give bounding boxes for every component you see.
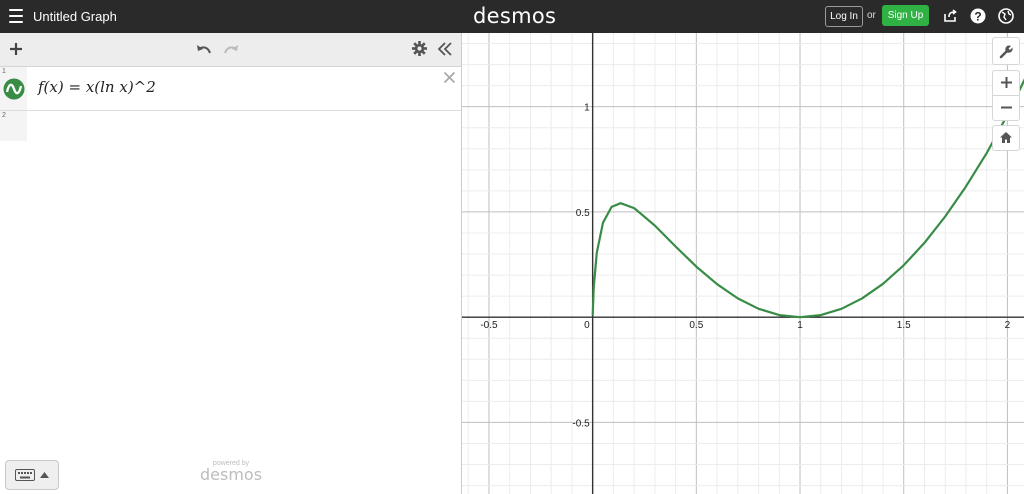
powered-by-desmos: powered by desmos — [200, 460, 262, 484]
svg-text:?: ? — [974, 10, 981, 24]
login-button[interactable]: Log In — [825, 6, 863, 27]
close-icon[interactable] — [443, 71, 456, 84]
expression-row-empty[interactable]: 2 — [0, 111, 461, 141]
undo-icon[interactable] — [196, 42, 212, 56]
graph-paper[interactable]: -0.5 0 0.5 1 1.5 2 1 0.5 -0.5 — [462, 33, 1024, 494]
keyboard-icon — [15, 469, 35, 481]
expression-number: 2 — [2, 112, 6, 119]
top-bar: Untitled Graph desmos Log In or Sign Up … — [0, 0, 1024, 33]
graph-canvas[interactable]: -0.5 0 0.5 1 1.5 2 1 0.5 -0.5 — [462, 33, 1024, 494]
home-icon — [1000, 132, 1012, 143]
or-text: or — [867, 10, 876, 21]
x-tick-label: 0 — [584, 320, 590, 331]
help-icon[interactable]: ? — [970, 8, 986, 24]
expression-index[interactable]: 2 — [0, 111, 27, 141]
y-tick-label: 1 — [584, 103, 590, 114]
expression-panel: 1 f(x) = x(ln x)^2 2 powered by desmos — [0, 33, 462, 494]
y-tick-label: 0.5 — [576, 208, 590, 219]
share-icon[interactable] — [942, 8, 958, 24]
zoom-in-icon — [1000, 77, 1012, 88]
function-curve — [591, 78, 1024, 319]
expression-toolbar — [0, 33, 461, 67]
x-tick-label: -0.5 — [480, 320, 498, 331]
graph-title[interactable]: Untitled Graph — [33, 9, 117, 24]
powered-by-brand: desmos — [200, 465, 263, 484]
zoom-out-button[interactable] — [992, 95, 1020, 121]
caret-up-icon — [40, 472, 49, 478]
brand-logo: desmos — [473, 4, 557, 28]
keyboard-toggle-button[interactable] — [5, 460, 59, 490]
default-viewport-button[interactable] — [992, 125, 1020, 151]
zoom-out-icon — [1000, 106, 1012, 109]
plus-icon[interactable] — [9, 42, 23, 56]
collapse-icon[interactable] — [437, 41, 453, 57]
redo-icon[interactable] — [223, 42, 239, 56]
zoom-in-button[interactable] — [992, 70, 1020, 96]
y-tick-label: -0.5 — [572, 418, 590, 429]
expression-number: 1 — [2, 68, 6, 75]
x-tick-label: 1 — [797, 320, 803, 331]
graph-settings-button[interactable] — [992, 37, 1020, 65]
x-tick-label: 1.5 — [897, 320, 911, 331]
graph-line-color-icon[interactable] — [3, 78, 25, 100]
signup-button[interactable]: Sign Up — [882, 5, 929, 26]
expression-index[interactable]: 1 — [0, 67, 27, 110]
expression-formula[interactable]: f(x) = x(ln x)^2 — [38, 78, 156, 96]
wrench-icon — [999, 45, 1013, 59]
x-tick-label: 2 — [1005, 320, 1011, 331]
x-tick-label: 0.5 — [689, 320, 703, 331]
expression-row[interactable]: 1 f(x) = x(ln x)^2 — [0, 67, 461, 111]
globe-icon[interactable] — [998, 8, 1014, 24]
gear-icon[interactable] — [412, 41, 427, 56]
menu-icon[interactable] — [9, 9, 23, 23]
